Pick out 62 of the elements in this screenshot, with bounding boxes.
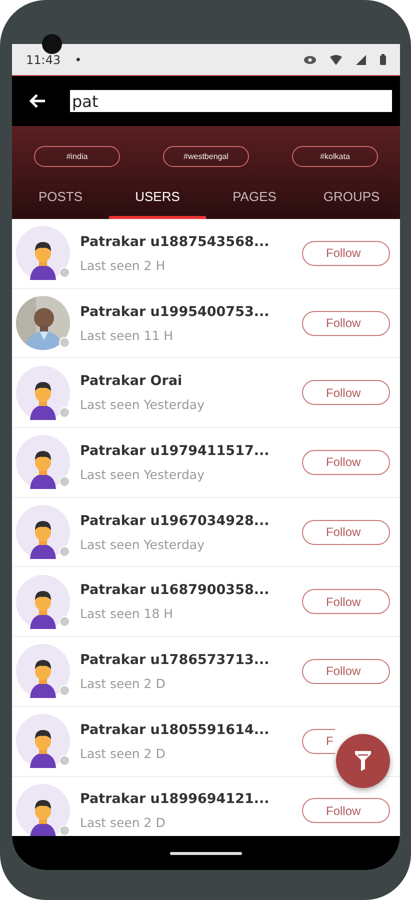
status-dot bbox=[59, 546, 70, 558]
tab[interactable]: GROUPS bbox=[303, 179, 400, 219]
status-dot bbox=[59, 476, 70, 488]
eye-icon bbox=[304, 56, 316, 64]
back-arrow-icon[interactable] bbox=[28, 93, 46, 109]
follow-button[interactable]: Follow bbox=[302, 240, 390, 266]
last-seen-text: Last seen 2 H bbox=[80, 258, 166, 273]
notification-dot: • bbox=[74, 52, 82, 66]
follow-button[interactable]: Follow bbox=[302, 798, 390, 824]
follow-button[interactable]: Follow bbox=[302, 658, 390, 684]
filter-icon bbox=[355, 751, 371, 771]
avatar-icon bbox=[16, 505, 70, 560]
avatar-icon bbox=[16, 226, 70, 280]
last-seen-text: Last seen 2 D bbox=[80, 815, 166, 830]
user-name: Patrakar u1967034928... bbox=[80, 512, 270, 529]
user-name: Patrakar u1805591614... bbox=[80, 722, 270, 738]
last-seen-text: Last seen Yesterday bbox=[80, 466, 206, 482]
last-seen-text: Last seen 2 D bbox=[80, 676, 166, 691]
avatar-icon bbox=[16, 366, 70, 420]
status-dot bbox=[59, 267, 70, 278]
user-name: Patrakar u1687900358... bbox=[80, 582, 270, 598]
user-name: Patrakar u1979411517... bbox=[80, 442, 270, 459]
follow-button[interactable]: Follow bbox=[302, 520, 390, 545]
avatar-icon bbox=[16, 784, 70, 836]
avatar-icon bbox=[16, 435, 70, 490]
tab[interactable]: USERS bbox=[109, 179, 206, 219]
last-seen-text: Last seen Yesterday bbox=[80, 536, 206, 552]
tab[interactable]: POSTS bbox=[12, 179, 109, 219]
tab[interactable]: PAGES bbox=[206, 179, 303, 219]
camera-icon bbox=[42, 34, 62, 54]
avatar-icon bbox=[16, 714, 70, 768]
user-name: Patrakar u1887543568... bbox=[80, 234, 270, 250]
status-dot bbox=[59, 406, 70, 418]
follow-button[interactable]: Follow bbox=[302, 310, 390, 336]
follow-button[interactable]: Follow bbox=[302, 589, 390, 614]
home-indicator[interactable] bbox=[170, 852, 242, 854]
follow-button[interactable]: Follow bbox=[302, 380, 390, 406]
status-dot bbox=[59, 337, 70, 348]
avatar-icon bbox=[16, 644, 70, 698]
last-seen-text: Last seen 18 H bbox=[80, 606, 174, 622]
wifi-icon bbox=[330, 54, 342, 64]
battery-icon bbox=[380, 54, 386, 65]
hashtag-chip[interactable]: #india bbox=[34, 146, 120, 167]
status-time: 11:43 bbox=[26, 52, 61, 66]
status-dot bbox=[59, 755, 70, 766]
avatar-icon bbox=[16, 574, 70, 629]
status-dot bbox=[59, 824, 70, 836]
user-name: Patrakar Orai bbox=[80, 373, 184, 390]
status-dot bbox=[59, 616, 70, 627]
last-seen-text: Last seen 2 D bbox=[80, 746, 166, 761]
hashtag-chip[interactable]: #westbengal bbox=[163, 146, 249, 167]
search-field[interactable]: pat bbox=[70, 90, 392, 112]
follow-button[interactable]: F bbox=[302, 728, 335, 754]
signal-icon bbox=[356, 54, 366, 64]
last-seen-text: Last seen Yesterday bbox=[80, 397, 206, 412]
status-dot bbox=[59, 685, 70, 696]
hashtag-chip[interactable]: #kolkata bbox=[292, 146, 378, 167]
last-seen-text: Last seen 11 H bbox=[80, 328, 174, 343]
user-name: Patrakar u1995400753... bbox=[80, 304, 270, 320]
user-name: Patrakar u1899694121... bbox=[80, 791, 270, 808]
user-name: Patrakar u1786573713... bbox=[80, 652, 270, 668]
follow-button[interactable]: Follow bbox=[302, 450, 390, 475]
